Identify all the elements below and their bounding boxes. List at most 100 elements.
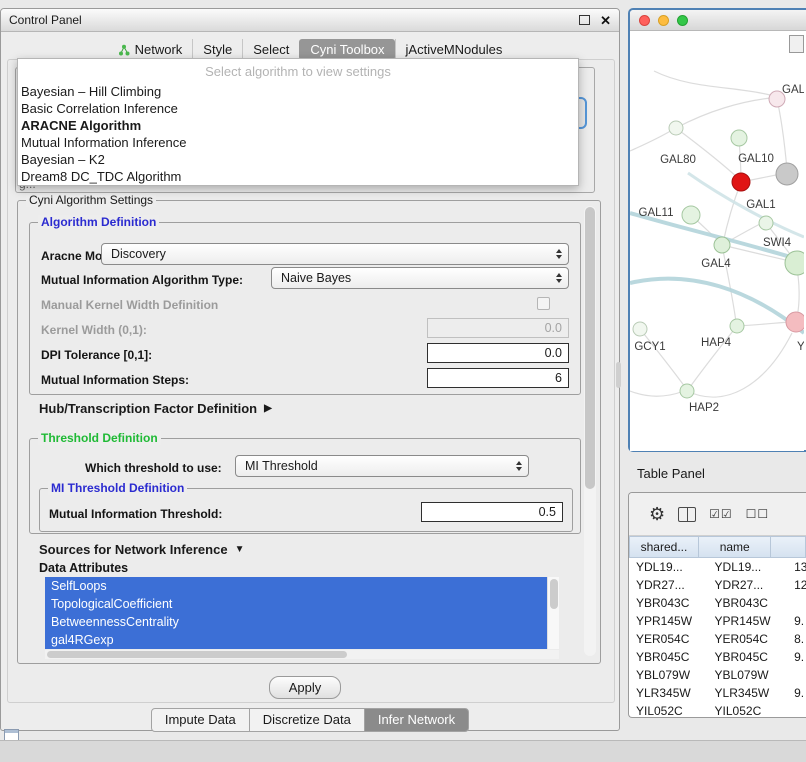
float-window-icon[interactable] xyxy=(579,15,590,25)
node-neutral[interactable] xyxy=(776,163,798,185)
dpi-tolerance-field[interactable]: 0.0 xyxy=(427,343,569,363)
node-label[interactable]: SWI4 xyxy=(763,237,792,249)
gear-icon[interactable]: ⚙ xyxy=(649,505,665,523)
combo-arrows-icon xyxy=(556,249,562,259)
node[interactable] xyxy=(633,322,647,336)
settings-scrollbar[interactable] xyxy=(584,206,596,656)
network-canvas[interactable]: GAL GAL10 GAL80 GAL11 GAL1 SWI4 GAL4 GCY… xyxy=(630,31,804,451)
dropdown-option[interactable]: Bayesian – Hill Climbing xyxy=(18,83,578,100)
table-row[interactable]: YBR045CYBR045C9. xyxy=(629,648,806,666)
table-toolbar: ⚙ ☑☑ ☐☐ xyxy=(629,493,806,536)
attribute-item-selected[interactable]: gal4RGexp xyxy=(45,631,547,649)
node[interactable] xyxy=(785,251,804,275)
node[interactable] xyxy=(759,216,773,230)
table-row[interactable]: YDR27...YDR27...12 xyxy=(629,576,806,594)
tab-jactivemnodules[interactable]: jActiveMNodules xyxy=(395,39,513,60)
select-all-columns-icon[interactable]: ☑☑ xyxy=(709,507,733,521)
which-threshold-label: Which threshold to use: xyxy=(85,461,222,475)
which-threshold-select[interactable]: MI Threshold xyxy=(235,455,529,477)
tab-infer-network[interactable]: Infer Network xyxy=(364,708,469,732)
network-view-window: GAL GAL10 GAL80 GAL11 GAL1 SWI4 GAL4 GCY… xyxy=(628,8,806,452)
column-header[interactable]: name xyxy=(698,536,772,558)
node[interactable] xyxy=(682,206,700,224)
mi-threshold-group-title: MI Threshold Definition xyxy=(48,481,187,495)
minimize-traffic-light-icon[interactable] xyxy=(658,15,669,26)
table-panel-window: ⚙ ☑☑ ☐☐ shared... name YDL19...YDL19...1… xyxy=(628,492,806,718)
table-row[interactable]: YIL052CYIL052C xyxy=(629,702,806,718)
attribute-item-selected[interactable]: SelfLoops xyxy=(45,577,547,595)
control-panel-titlebar: Control Panel ✕ xyxy=(1,9,619,32)
node-label[interactable]: GAL10 xyxy=(738,153,774,165)
node-label[interactable]: GAL11 xyxy=(639,207,674,219)
bottom-tab-bar: Impute Data Discretize Data Infer Networ… xyxy=(1,708,619,732)
node-label[interactable]: GCY1 xyxy=(634,341,665,353)
mi-steps-field[interactable]: 6 xyxy=(427,368,569,388)
table-row[interactable]: YLR345WYLR345W9. xyxy=(629,684,806,702)
table-row[interactable]: YDL19...YDL19...13 xyxy=(629,558,806,576)
table-row[interactable]: YPR145WYPR145W9. xyxy=(629,612,806,630)
table-row[interactable]: YBR043CYBR043C xyxy=(629,594,806,612)
node[interactable] xyxy=(730,319,744,333)
tab-select[interactable]: Select xyxy=(242,39,299,60)
node-label[interactable]: Y xyxy=(797,341,804,353)
network-highlighted-edges[interactable] xyxy=(630,173,804,333)
column-header[interactable] xyxy=(770,536,806,558)
network-scroll-button[interactable] xyxy=(789,35,804,53)
aracne-mode-select[interactable]: Discovery xyxy=(101,243,569,265)
algorithm-definition-title: Algorithm Definition xyxy=(38,215,159,229)
algorithm-dropdown-popup: Select algorithm to view settings Bayesi… xyxy=(17,58,579,186)
close-icon[interactable]: ✕ xyxy=(600,14,611,27)
attributes-vertical-scrollbar[interactable] xyxy=(547,577,559,649)
tab-cyni-toolbox[interactable]: Cyni Toolbox xyxy=(299,39,394,60)
dropdown-option[interactable]: Bayesian – K2 xyxy=(18,151,578,168)
table-row[interactable]: YBL079WYBL079W xyxy=(629,666,806,684)
attribute-item-selected[interactable]: TopologicalCoefficient xyxy=(45,595,547,613)
node-label[interactable]: GAL xyxy=(782,84,804,96)
node-highlighted[interactable] xyxy=(732,173,750,191)
manual-kernel-checkbox[interactable] xyxy=(537,297,550,310)
column-header[interactable]: shared... xyxy=(629,536,699,558)
node-pink[interactable] xyxy=(786,312,804,332)
desktop: Control Panel ✕ Network Style Select Cyn… xyxy=(0,0,806,762)
node[interactable] xyxy=(680,384,694,398)
show-columns-icon[interactable] xyxy=(678,507,696,522)
mi-algorithm-type-select[interactable]: Naive Bayes xyxy=(271,267,569,289)
node-label[interactable]: HAP2 xyxy=(689,402,719,414)
threshold-definition-title: Threshold Definition xyxy=(38,431,161,445)
tab-discretize-data[interactable]: Discretize Data xyxy=(249,708,365,732)
attribute-item-selected[interactable]: BetweennessCentrality xyxy=(45,613,547,631)
dropdown-option[interactable]: Dream8 DC_TDC Algorithm xyxy=(18,168,578,185)
hub-definition-section[interactable]: Hub/Transcription Factor Definition ▶ xyxy=(39,401,272,416)
table-row[interactable]: YER054CYER054C8. xyxy=(629,630,806,648)
tab-style[interactable]: Style xyxy=(192,39,242,60)
node-label[interactable]: GAL4 xyxy=(701,258,731,270)
window-title: Control Panel xyxy=(9,13,82,27)
zoom-traffic-light-icon[interactable] xyxy=(677,15,688,26)
apply-button[interactable]: Apply xyxy=(269,676,341,699)
mi-threshold-label: Mutual Information Threshold: xyxy=(49,507,222,521)
chevron-down-icon: ▼ xyxy=(235,544,245,555)
network-window-titlebar xyxy=(630,10,806,31)
node-label[interactable]: GAL80 xyxy=(660,154,696,166)
node[interactable] xyxy=(669,121,683,135)
control-panel-window: Control Panel ✕ Network Style Select Cyn… xyxy=(0,8,620,731)
kernel-width-field[interactable]: 0.0 xyxy=(427,318,569,338)
attributes-horizontal-scrollbar[interactable] xyxy=(45,650,559,659)
network-icon xyxy=(118,44,130,56)
node[interactable] xyxy=(731,130,747,146)
data-attributes-list: SelfLoops TopologicalCoefficient Between… xyxy=(45,577,547,649)
deselect-all-columns-icon[interactable]: ☐☐ xyxy=(746,507,770,521)
manual-kernel-label: Manual Kernel Width Definition xyxy=(41,298,218,312)
dropdown-option[interactable]: Basic Correlation Inference xyxy=(18,100,578,117)
dropdown-option[interactable]: Mutual Information Inference xyxy=(18,134,578,151)
close-traffic-light-icon[interactable] xyxy=(639,15,650,26)
node[interactable] xyxy=(714,237,730,253)
tab-impute-data[interactable]: Impute Data xyxy=(151,708,250,732)
mi-threshold-field[interactable]: 0.5 xyxy=(421,502,563,522)
node-label[interactable]: HAP4 xyxy=(701,337,732,349)
tab-network[interactable]: Network xyxy=(108,39,193,60)
sources-section[interactable]: Sources for Network Inference ▼ xyxy=(39,542,244,557)
node-label[interactable]: GAL1 xyxy=(746,199,775,211)
panel-splitter-handle[interactable] xyxy=(616,362,621,388)
dropdown-option-selected[interactable]: ARACNE Algorithm xyxy=(18,117,578,134)
